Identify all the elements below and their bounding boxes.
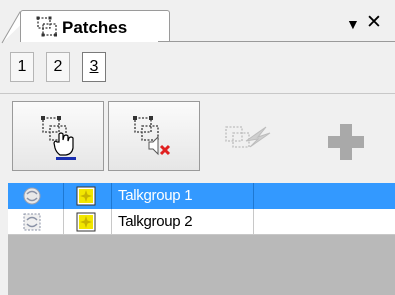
patch-status-icon	[23, 213, 41, 231]
type-cell	[64, 209, 112, 235]
patches-icon	[36, 16, 57, 37]
patch-lightning-icon	[225, 126, 271, 148]
page-button-2[interactable]: 2	[46, 52, 70, 82]
list-row[interactable]: Talkgroup 1	[8, 183, 395, 209]
patches-panel: Patches ▼ ✕ 1 2 3 Talkgroup 1 Talkgroup …	[0, 0, 395, 295]
talkgroup-star-icon	[76, 212, 96, 232]
list-row[interactable]: Talkgroup 2	[8, 209, 395, 235]
talkgroup-list[interactable]: Talkgroup 1 Talkgroup 2	[8, 183, 395, 295]
name-cell: Talkgroup 1	[112, 183, 254, 209]
add-button[interactable]	[300, 101, 392, 171]
page-button-1[interactable]: 1	[10, 52, 34, 82]
panel-title: Patches	[62, 18, 128, 37]
close-icon[interactable]: ✕	[366, 13, 382, 32]
delete-patch-icon	[133, 116, 171, 156]
name-cell: Talkgroup 2	[112, 209, 254, 235]
dropdown-pin-icon[interactable]: ▼	[346, 16, 360, 32]
status-cell	[8, 183, 64, 209]
toolbar-divider	[0, 93, 395, 94]
page-button-3[interactable]: 3	[82, 52, 106, 82]
talkgroup-name: Talkgroup 2	[118, 213, 193, 230]
empty-cell	[254, 183, 395, 209]
patch-lightning-button[interactable]	[204, 101, 296, 171]
select-patch-hand-icon	[41, 116, 76, 160]
type-cell	[64, 183, 112, 209]
talkgroup-name: Talkgroup 1	[118, 187, 193, 204]
select-patch-button[interactable]	[12, 101, 104, 171]
panel-tabstrip: Patches ▼ ✕	[0, 0, 395, 44]
patch-status-icon	[23, 187, 41, 205]
empty-cell	[254, 209, 395, 235]
delete-patch-button[interactable]	[108, 101, 200, 171]
talkgroup-star-icon	[76, 186, 96, 206]
status-cell	[8, 209, 64, 235]
tab-baseline	[158, 41, 395, 42]
add-icon	[328, 124, 364, 160]
